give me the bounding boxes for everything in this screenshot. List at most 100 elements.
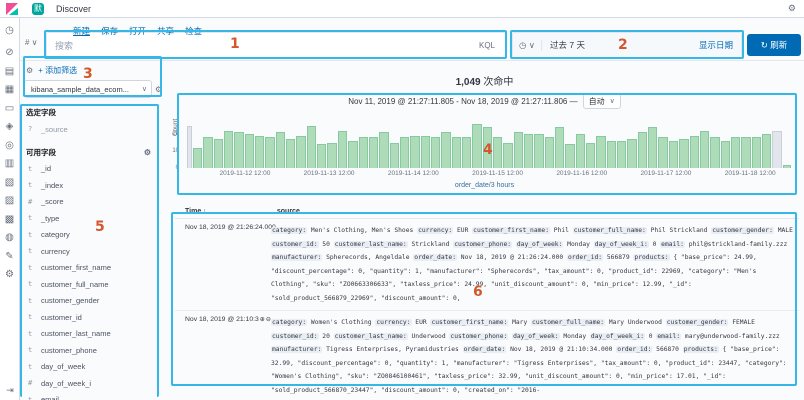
x-tick-label: 2019-11-18 12:00 — [725, 170, 776, 177]
toolbar-link[interactable]: 检查 — [185, 25, 202, 37]
row-timestamp: Nov 18, 2019 @ 21:10:3⊕⊖ — [185, 316, 271, 397]
field-item-source[interactable]: ? _source — [28, 121, 165, 138]
table-row[interactable]: Nov 18, 2019 @ 21:10:3⊕⊖category: Women'… — [175, 311, 799, 400]
histogram-bar — [586, 143, 595, 169]
histogram-bar — [669, 141, 678, 168]
available-fields-list: t_idt_index#_scoret_typetcategorytcurren… — [20, 161, 165, 400]
source-column-header[interactable]: _source — [273, 208, 300, 215]
histogram-bar — [214, 139, 223, 168]
field-name: email — [41, 395, 59, 400]
field-item-customer_last_name[interactable]: tcustomer_last_name — [28, 326, 165, 343]
help-icon[interactable]: ⚙ — [788, 3, 796, 14]
field-item-_score[interactable]: #_score — [28, 194, 165, 211]
field-item-currency[interactable]: tcurrency — [28, 243, 165, 260]
histogram-bar — [410, 136, 419, 168]
time-column-header[interactable]: Time ↓ — [185, 208, 273, 215]
machine-learning-icon[interactable]: ◎ — [5, 141, 14, 151]
visualize-icon[interactable]: ▤ — [5, 67, 14, 77]
field-item-category[interactable]: tcategory — [28, 227, 165, 244]
source-field-key: customer_full_name: — [531, 319, 605, 326]
source-field-key: customer_first_name: — [430, 319, 508, 326]
filter-menu-button[interactable]: # ∨ — [25, 38, 38, 47]
histogram-bar — [472, 124, 481, 168]
field-item-customer_gender[interactable]: tcustomer_gender — [28, 293, 165, 310]
histogram-bar — [431, 137, 440, 168]
field-item-customer_id[interactable]: tcustomer_id — [28, 309, 165, 326]
histogram-bar-partial — [187, 126, 192, 169]
interval-select[interactable]: 自动∨ — [583, 93, 621, 109]
histogram-bar — [390, 143, 399, 169]
date-picker[interactable]: ◷ ∨ 过去 7 天 显示日期 — [512, 32, 742, 58]
field-name: _type — [41, 214, 59, 223]
index-pattern-select[interactable]: kibana_sample_data_ecom... ∨ — [24, 80, 152, 98]
field-type-badge: t — [28, 280, 35, 288]
add-filter-button[interactable]: + 添加筛选 — [38, 65, 77, 76]
collapse-nav-icon[interactable]: ⇥ — [0, 385, 20, 396]
field-item-customer_phone[interactable]: tcustomer_phone — [28, 342, 165, 359]
field-item-_id[interactable]: t_id — [28, 161, 165, 178]
x-tick-label: 2019-11-16 12:00 — [556, 170, 607, 177]
field-item-_index[interactable]: t_index — [28, 177, 165, 194]
available-fields-header: 可用字段 ⚙ — [26, 147, 165, 158]
table-row[interactable]: Nov 18, 2019 @ 21:26:24.000category: Men… — [175, 219, 799, 311]
recently-viewed-icon[interactable]: ◷ — [5, 26, 14, 36]
histogram-bar — [307, 126, 316, 169]
apm-icon[interactable]: ▨ — [5, 196, 14, 206]
canvas-icon[interactable]: ▭ — [5, 104, 14, 114]
source-field-key: customer_last_name: — [334, 241, 408, 248]
histogram-bar — [369, 137, 378, 168]
toolbar-link[interactable]: 共享 — [157, 25, 174, 37]
dev-tools-icon[interactable]: ✎ — [5, 252, 13, 262]
field-name: customer_full_name — [41, 280, 109, 289]
clock-icon[interactable]: ◷ ∨ — [513, 40, 542, 51]
logs-icon[interactable]: ▧ — [5, 178, 14, 188]
histogram-bar — [648, 127, 657, 168]
query-language-button[interactable]: KQL — [479, 41, 495, 50]
field-item-_type[interactable]: t_type — [28, 210, 165, 227]
dashboard-icon[interactable]: ▦ — [5, 85, 14, 95]
row-source: category: Men's Clothing, Men's Shoes cu… — [271, 224, 799, 305]
field-item-customer_full_name[interactable]: t customer_full_name — [28, 276, 165, 293]
date-range-label[interactable]: 过去 7 天 — [550, 39, 585, 51]
breadcrumb: Discover — [56, 4, 91, 14]
histogram-bar — [731, 137, 740, 168]
field-name: customer_first_name — [41, 263, 111, 272]
source-field-key: products: — [683, 346, 719, 353]
toolbar-link[interactable]: 打开 — [129, 25, 146, 37]
histogram-bar — [462, 137, 471, 168]
histogram-bar — [617, 141, 626, 168]
space-avatar[interactable]: 默 — [32, 3, 44, 15]
fields-settings-icon[interactable]: ⚙ — [144, 148, 151, 157]
siem-icon[interactable]: ◍ — [5, 233, 14, 243]
maps-icon[interactable]: ◈ — [6, 122, 14, 132]
kibana-logo-icon[interactable] — [6, 3, 18, 15]
source-field-key: day_of_week_i: — [594, 241, 649, 248]
refresh-button[interactable]: ↻ 刷新 — [747, 34, 801, 56]
source-field-key: customer_gender: — [711, 227, 774, 234]
source-field-key: manufacturer: — [271, 346, 322, 353]
uptime-icon[interactable]: ▩ — [5, 215, 14, 225]
table-body: Nov 18, 2019 @ 21:26:24.000category: Men… — [175, 219, 799, 400]
field-item-customer_first_name[interactable]: tcustomer_first_name — [28, 260, 165, 277]
histogram-bar — [741, 137, 750, 168]
toolbar-link[interactable]: 新建 — [73, 25, 90, 37]
discover-icon[interactable]: ⊘ — [5, 48, 13, 58]
field-item-email[interactable]: temail — [28, 392, 165, 400]
management-icon[interactable]: ⚙ — [5, 270, 14, 280]
row-source: category: Women's Clothing currency: EUR… — [271, 316, 799, 397]
field-name: _index — [41, 181, 63, 190]
histogram-bar — [276, 132, 285, 168]
infrastructure-icon[interactable]: ▥ — [5, 159, 14, 169]
histogram-bar — [493, 137, 502, 168]
zoom-in-icon[interactable]: ⊕ — [260, 316, 265, 323]
histogram-bar — [721, 141, 730, 168]
histogram-bar — [193, 148, 202, 168]
field-type-badge: t — [28, 165, 35, 173]
toolbar-link[interactable]: 保存 — [101, 25, 118, 37]
filter-gear-icon[interactable]: ⚙ — [26, 66, 33, 75]
index-settings-icon[interactable]: ⚙ — [155, 85, 162, 94]
field-item-day_of_week[interactable]: tday_of_week — [28, 359, 165, 376]
histogram-chart[interactable]: Count 01020 — [181, 110, 793, 168]
show-dates-button[interactable]: 显示日期 — [699, 39, 733, 51]
field-item-day_of_week_i[interactable]: #day_of_week_i — [28, 375, 165, 392]
